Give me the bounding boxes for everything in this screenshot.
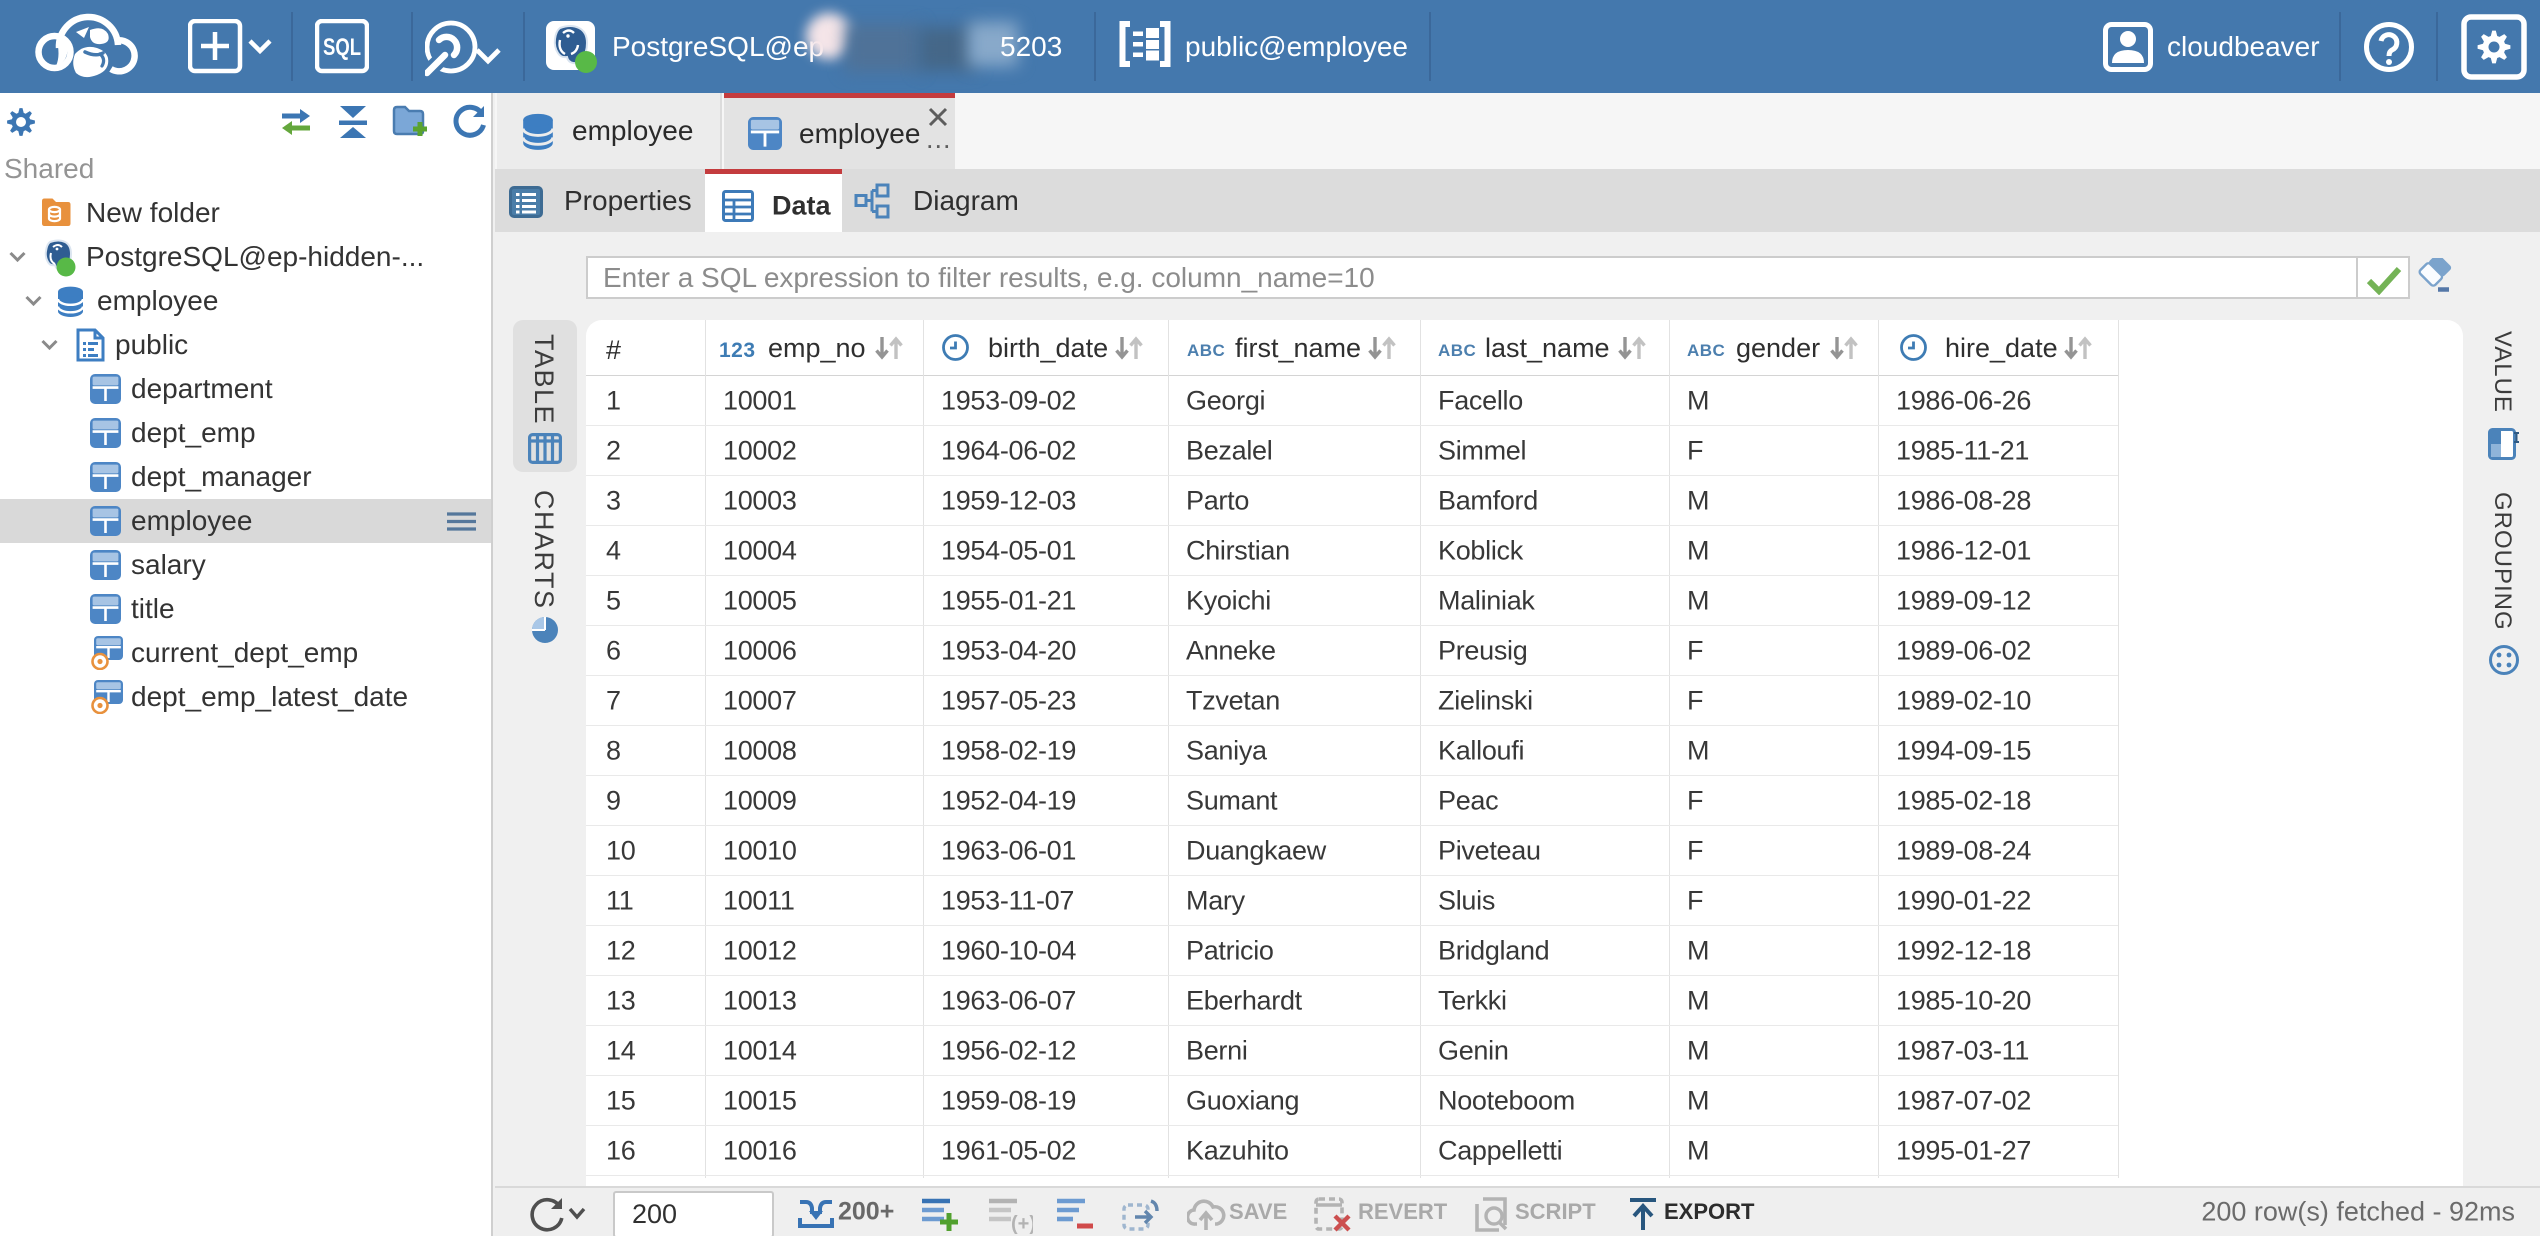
svg-text:SQL: SQL [323, 34, 361, 61]
svg-text:(+): (+) [1011, 1213, 1033, 1234]
